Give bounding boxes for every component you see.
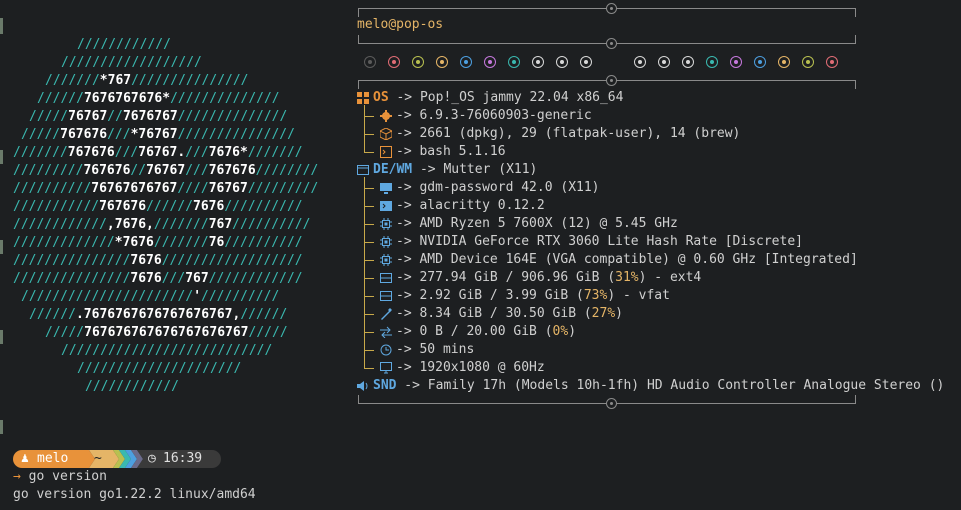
palette-dot [706, 56, 718, 68]
logo-line: //////7676767676*////////////// [37, 91, 280, 106]
palette-dot [436, 56, 448, 68]
palette-dot [508, 56, 520, 68]
info-row-os: OS -> Pop!_OS jammy 22.04 x86_64 [357, 89, 623, 107]
palette-dot [556, 56, 568, 68]
logo-line: ///////////767676//////7676////////// [13, 199, 303, 214]
logo-line: //////.7676767676767676767,////// [29, 307, 288, 322]
logo-line: /////////////////////////// [61, 343, 273, 358]
window-edge-markers [0, 0, 3, 510]
palette-dot [364, 56, 376, 68]
info-row-de-item: -> AMD Ryzen 5 7600X (12) @ 5.45 GHz [380, 215, 678, 233]
info-row-os-item: -> 6.9.3-76060903-generic [380, 107, 592, 125]
logo-line: /////767676///*76767/////////////// [21, 127, 295, 142]
palette-dot [484, 56, 496, 68]
info-row-de-item: -> AMD Device 164E (VGA compatible) @ 0.… [380, 251, 858, 269]
logo-line: ////////////,7676,///////767////////// [13, 217, 311, 232]
info-row-de-item: -> NVIDIA GeForce RTX 3060 Lite Hash Rat… [380, 233, 803, 251]
header-frame-bottom [358, 34, 856, 49]
logo-line: //////////76767676767////76767///////// [13, 181, 319, 196]
palette-dot [730, 56, 742, 68]
logo-line: ///////767676///76767.///7676*/////// [13, 145, 303, 160]
info-row-de-item: -> 50 mins [380, 341, 474, 359]
palette-dot [580, 56, 592, 68]
command-line[interactable]: → go version [13, 468, 107, 486]
info-row-de: DE/WM -> Mutter (X11) [357, 161, 537, 179]
palette-dot [634, 56, 646, 68]
ascii-logo: /////////////////////////////////////*76… [13, 36, 318, 396]
penguin-icon: ♟ [21, 451, 29, 466]
palette-dot [532, 56, 544, 68]
prompt-dir: ~ [94, 451, 102, 466]
logo-line: ///////////////7676////////////////// [13, 253, 303, 268]
info-row-de-item: -> 0 B / 20.00 GiB (0%) [380, 323, 576, 341]
logo-line: ///////////////////// [77, 361, 242, 376]
logo-line: ///////////////7676///767//////////// [13, 271, 303, 286]
palette-dot [826, 56, 838, 68]
logo-line: //////////// [77, 37, 171, 52]
info-row-de-item: -> gdm-password 42.0 (X11) [380, 179, 600, 197]
info-row-de-item: -> 8.34 GiB / 30.50 GiB (27%) [380, 305, 623, 323]
clock-icon: ◷ [148, 451, 156, 466]
palette-dot [460, 56, 472, 68]
logo-line: ///////*767/////////////// [45, 73, 249, 88]
palette-dot [388, 56, 400, 68]
logo-line: //////////////////////'////////// [21, 289, 280, 304]
prompt-time: 16:39 [163, 451, 203, 466]
logo-line: /////////767676//76767///767676//////// [13, 163, 319, 178]
info-row-os-item: -> bash 5.1.16 [380, 143, 506, 161]
logo-line: /////767676767676767676767///// [45, 325, 288, 340]
info-row-de-item: -> 277.94 GiB / 906.96 GiB (31%) - ext4 [380, 269, 701, 287]
palette-dot [658, 56, 670, 68]
info-row-snd: SND -> Family 17h (Models 10h-1fh) HD Au… [357, 377, 944, 395]
info-row-de-item: -> 2.92 GiB / 3.99 GiB (73%) - vfat [380, 287, 670, 305]
logo-line: ////////////////// [61, 55, 202, 70]
info-row-de-item: -> alacritty 0.12.2 [380, 197, 545, 215]
palette-dot [754, 56, 766, 68]
logo-line: //////////// [85, 379, 179, 394]
palette-dot [802, 56, 814, 68]
logo-line: /////76767//7676767////////////// [29, 109, 288, 124]
user-host-title: melo@pop-os [357, 17, 444, 32]
info-frame-bottom [358, 394, 856, 409]
palette-dot [778, 56, 790, 68]
command-output: go version go1.22.2 linux/amd64 [13, 487, 256, 502]
info-row-de-item: -> 1920x1080 @ 60Hz [380, 359, 545, 377]
palette-dot [412, 56, 424, 68]
palette-dot [682, 56, 694, 68]
logo-line: /////////////*7676///////76////////// [13, 235, 303, 250]
prompt-user: melo [37, 451, 69, 466]
info-row-os-item: -> 2661 (dpkg), 29 (flatpak-user), 14 (b… [380, 125, 740, 143]
command-text: go version [28, 469, 107, 484]
prompt-arrow-icon: → [13, 469, 21, 484]
